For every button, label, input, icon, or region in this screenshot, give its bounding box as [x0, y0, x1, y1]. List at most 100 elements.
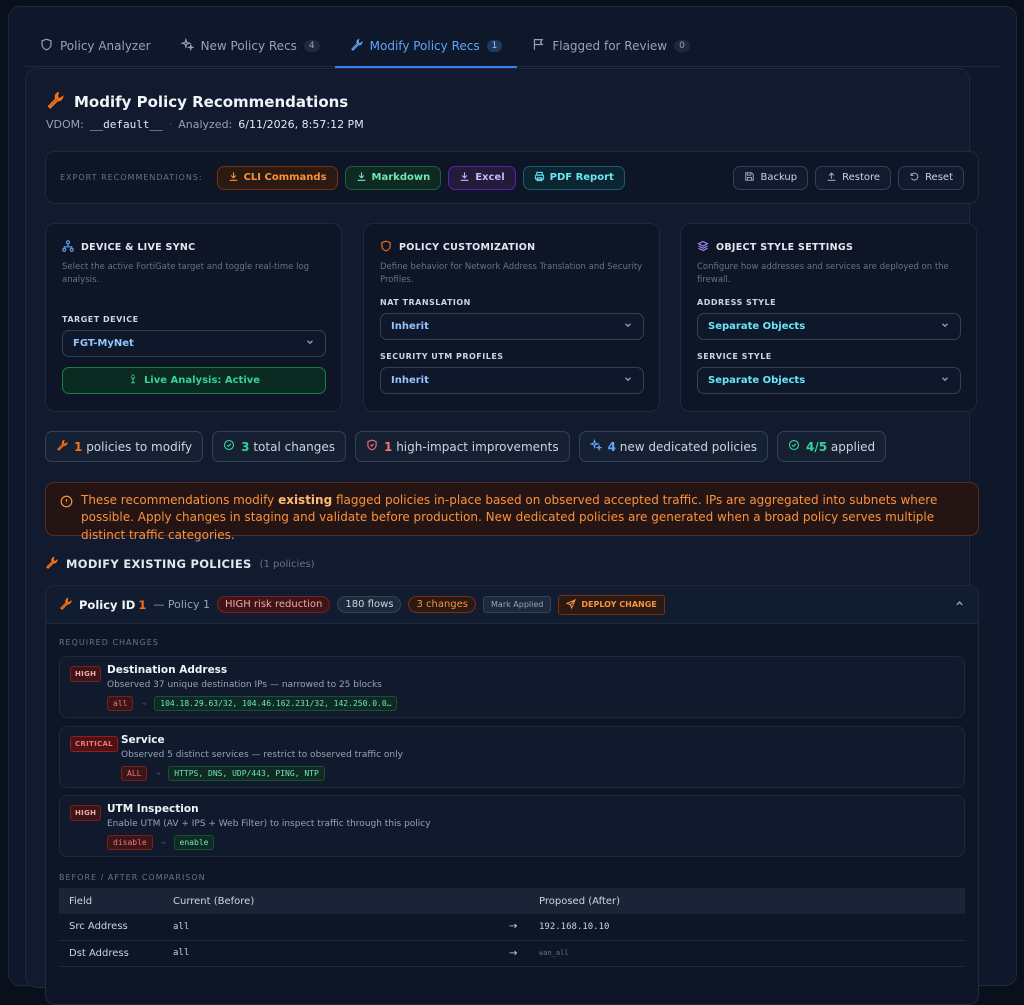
- stat-policies-to-modify: 1 policies to modify: [45, 431, 204, 462]
- arrow-right-icon: →: [141, 699, 147, 708]
- stat-total-changes: 3 total changes: [212, 431, 347, 462]
- export-pdf-button[interactable]: PDF Report: [522, 165, 625, 190]
- nat-select[interactable]: Inherit: [380, 313, 644, 340]
- network-icon: [62, 240, 74, 255]
- after-cell: 192.168.10.10: [529, 914, 965, 941]
- tab-flagged-for-review[interactable]: Flagged for Review 0: [517, 25, 705, 67]
- change-diff: ALL → HTTPS, DNS, UDP/443, PING, NTP: [121, 766, 325, 781]
- new-value: enable: [173, 835, 215, 850]
- nat-label: NAT TRANSLATION: [380, 298, 471, 307]
- stat-text: total changes: [253, 439, 336, 454]
- download-icon: [356, 171, 367, 185]
- button-label: Backup: [760, 172, 798, 183]
- chevron-up-icon[interactable]: [954, 598, 965, 612]
- button-label: Markdown: [371, 172, 431, 183]
- tab-label: Flagged for Review: [552, 39, 668, 53]
- select-value: FGT-MyNet: [73, 338, 134, 349]
- wrench-icon: [56, 439, 68, 454]
- wrench-icon: [46, 91, 64, 113]
- section-title: MODIFY EXISTING POLICIES: [66, 557, 252, 571]
- download-icon: [459, 171, 470, 185]
- chevron-down-icon: [623, 320, 633, 333]
- old-value: all: [107, 696, 134, 711]
- stat-number: 1: [74, 439, 83, 454]
- change-description: Observed 37 unique destination IPs — nar…: [107, 680, 382, 690]
- address-style-select[interactable]: Separate Objects: [697, 313, 961, 340]
- table-row: Dst Address all → wan_all: [59, 940, 965, 967]
- panel-description: Select the active FortiGate target and t…: [62, 262, 310, 286]
- change-item: HIGH UTM Inspection Enable UTM (AV + IPS…: [59, 795, 965, 857]
- tab-new-policy-recs[interactable]: New Policy Recs 4: [166, 25, 335, 67]
- stat-number: 4/5: [806, 439, 828, 454]
- device-sync-panel: DEVICE & LIVE SYNC Select the active For…: [45, 223, 342, 412]
- target-device-label: TARGET DEVICE: [62, 315, 139, 324]
- object-style-panel: OBJECT STYLE SETTINGS Configure how addr…: [680, 223, 977, 412]
- address-style-label: ADDRESS STYLE: [697, 298, 777, 307]
- tab-count-badge: 4: [303, 40, 320, 52]
- export-markdown-button[interactable]: Markdown: [344, 165, 442, 190]
- live-analysis-toggle[interactable]: Live Analysis: Active: [62, 367, 326, 394]
- tab-policy-analyzer[interactable]: Policy Analyzer: [25, 25, 166, 67]
- analyzed-label: Analyzed:: [178, 118, 233, 131]
- arrow-right-icon: →: [155, 769, 161, 778]
- reset-button[interactable]: Reset: [898, 165, 964, 190]
- change-item: HIGH Destination Address Observed 37 uni…: [59, 656, 965, 718]
- severity-badge: CRITICAL: [70, 736, 118, 752]
- analyzed-value: 6/11/2026, 8:57:12 PM: [238, 118, 364, 131]
- shield-alert-icon: [366, 439, 378, 454]
- new-value: 104.18.29.63/32, 104.46.162.231/32, 142.…: [154, 696, 398, 711]
- panel-title: OBJECT STYLE SETTINGS: [716, 242, 854, 253]
- utm-label: SECURITY UTM PROFILES: [380, 352, 504, 361]
- risk-badge: HIGH risk reduction: [217, 596, 331, 613]
- select-value: Inherit: [391, 375, 429, 386]
- button-label: Excel: [475, 172, 505, 183]
- column-header: Proposed (After): [529, 888, 965, 914]
- export-label: EXPORT RECOMMENDATIONS:: [60, 173, 203, 182]
- sparkles-icon: [179, 37, 195, 54]
- activity-icon: [128, 374, 138, 387]
- button-label: PDF Report: [549, 172, 614, 183]
- comparison-label: BEFORE / AFTER COMPARISON: [59, 873, 206, 882]
- tab-count-badge: 0: [674, 40, 690, 52]
- save-icon: [744, 171, 755, 185]
- tab-modify-policy-recs[interactable]: Modify Policy Recs 1: [334, 25, 518, 68]
- panel-description: Configure how addresses and services are…: [697, 262, 949, 286]
- layers-icon: [697, 240, 709, 255]
- backup-button[interactable]: Backup: [733, 165, 809, 190]
- policy-id-label: Policy ID: [79, 597, 136, 612]
- info-alert: These recommendations modify existing fl…: [45, 482, 979, 542]
- restore-button[interactable]: Restore: [815, 165, 892, 190]
- flag-icon: [532, 38, 545, 54]
- change-diff: all → 104.18.29.63/32, 104.46.162.231/32…: [107, 696, 398, 711]
- vdom-label: VDOM:: [46, 118, 84, 131]
- select-value: Separate Objects: [708, 321, 806, 332]
- modify-recs-card: Modify Policy Recommendations VDOM: __de…: [25, 68, 979, 1005]
- stat-new-dedicated: 4 new dedicated policies: [578, 431, 768, 462]
- mark-applied-button[interactable]: Mark Applied: [483, 596, 552, 613]
- stat-text: policies to modify: [86, 439, 193, 454]
- target-device-select[interactable]: FGT-MyNet: [62, 330, 326, 357]
- stat-number: 4: [607, 439, 616, 454]
- meta-separator: ·: [168, 118, 173, 131]
- panel-heading: OBJECT STYLE SETTINGS: [697, 240, 960, 255]
- change-description: Enable UTM (AV + IPS + Web Filter) to in…: [107, 819, 431, 829]
- wrench-icon: [59, 596, 72, 613]
- policy-customization-panel: POLICY CUSTOMIZATION Define behavior for…: [363, 223, 660, 412]
- policy-card-header[interactable]: Policy ID 1 — Policy 1 HIGH risk reducti…: [46, 586, 978, 624]
- chevron-down-icon: [305, 337, 315, 350]
- sparkles-icon: [588, 438, 603, 454]
- analysis-meta: VDOM: __default__ · Analyzed: 6/11/2026,…: [46, 118, 364, 131]
- page-title: Modify Policy Recommendations: [46, 91, 348, 113]
- change-title: Service: [121, 734, 165, 746]
- utm-select[interactable]: Inherit: [380, 367, 644, 394]
- wrench-icon: [350, 38, 363, 54]
- rotate-ccw-icon: [909, 171, 920, 185]
- service-style-select[interactable]: Separate Objects: [697, 367, 961, 394]
- field-cell: Src Address: [59, 914, 163, 941]
- stat-number: 3: [241, 439, 250, 454]
- export-excel-button[interactable]: Excel: [448, 165, 516, 190]
- deploy-change-button[interactable]: DEPLOY CHANGE: [558, 594, 665, 615]
- stat-text: applied: [830, 439, 876, 454]
- export-cli-button[interactable]: CLI Commands: [216, 165, 338, 190]
- before-cell: all: [163, 914, 499, 941]
